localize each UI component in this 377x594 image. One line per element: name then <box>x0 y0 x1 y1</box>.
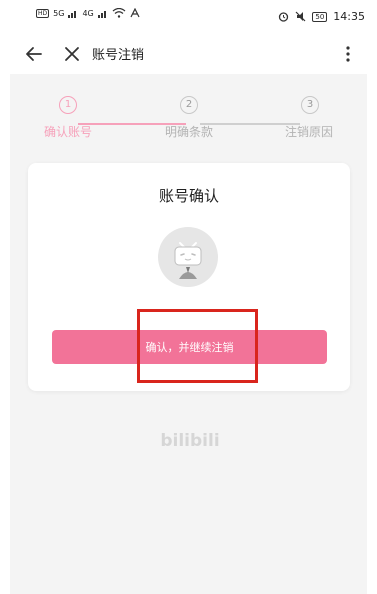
hd-badge: HD <box>36 8 50 18</box>
more-vertical-icon[interactable] <box>338 42 358 66</box>
step-1-label: 确认账号 <box>43 125 92 139</box>
page-title: 账号注销 <box>92 48 145 63</box>
card-title: 账号确认 <box>158 187 219 205</box>
nav-bar: 账号注销 <box>0 34 377 74</box>
default-avatar-icon <box>174 242 202 279</box>
mute-icon <box>295 11 306 22</box>
status-signal-group: HD 5G 4G <box>36 8 140 18</box>
avatar <box>158 227 218 287</box>
step-3-label: 注销原因 <box>284 125 333 139</box>
signal-bars-icon <box>97 10 106 18</box>
annotation-highlight-box <box>137 309 258 383</box>
nfc-icon <box>130 8 140 18</box>
alarm-icon <box>279 12 289 22</box>
step-2-circle: 2 <box>180 96 198 114</box>
bilibili-logo: bilibili <box>160 431 220 451</box>
wifi-icon <box>112 8 126 18</box>
battery-indicator: 50 <box>312 11 328 22</box>
close-icon[interactable] <box>60 42 84 66</box>
step-2-label: 明确条款 <box>164 125 213 139</box>
status-time: 14:35 <box>333 10 365 23</box>
arrow-left-icon[interactable] <box>22 42 46 66</box>
step-1-circle: 1 <box>59 96 77 114</box>
signal-bars-icon <box>68 10 77 18</box>
status-bar: HD 5G 4G 50 14:35 <box>0 0 377 34</box>
signal-5g-label: 5G <box>53 8 65 18</box>
signal-4g-label: 4G <box>82 8 94 18</box>
status-right-group: 50 14:35 <box>278 10 365 23</box>
step-indicator: 1 2 3 确认账号 明确条款 注销原因 <box>10 94 367 144</box>
step-3-circle: 3 <box>301 96 319 114</box>
